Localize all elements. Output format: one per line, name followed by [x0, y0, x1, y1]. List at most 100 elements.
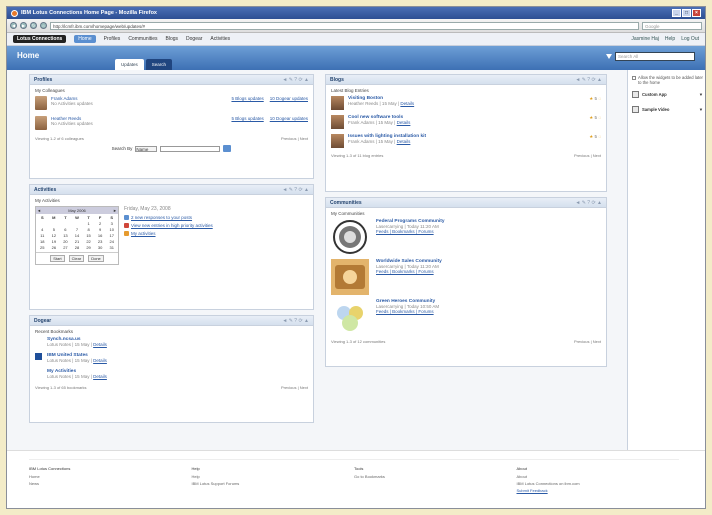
avatar[interactable] [35, 96, 47, 110]
nav-blogs[interactable]: Blogs [166, 36, 179, 42]
tab-search[interactable]: Search [145, 59, 173, 70]
blogs-updates-link[interactable]: 5 Blogs updates [231, 116, 263, 121]
url-bar[interactable]: http://lcmfr.ibm.com/homepage/web/update… [50, 21, 639, 30]
calendar-date[interactable]: 6 [60, 227, 71, 232]
logout-link[interactable]: Log Out [681, 36, 699, 42]
dogear-subheading[interactable]: Recent Bookmarks [35, 329, 308, 334]
footer-link[interactable]: Help [192, 474, 355, 479]
calendar-date[interactable]: 23 [95, 239, 106, 244]
footer-link[interactable]: Submit Feedback [517, 488, 680, 493]
calendar-date[interactable]: 30 [95, 245, 106, 250]
pager[interactable]: Previous | Next [574, 339, 601, 344]
widget-controls[interactable]: ◄ ✎ ? ⟳ ▲ [282, 318, 309, 324]
details-link[interactable]: Details [397, 139, 411, 144]
nav-communities[interactable]: Communities [128, 36, 157, 42]
details-link[interactable]: Details [93, 358, 107, 363]
calendar-date[interactable]: 16 [95, 233, 106, 238]
calendar-clear-button[interactable]: Clear [68, 255, 85, 262]
calendar-date[interactable]: 18 [37, 239, 48, 244]
maximize-button[interactable]: □ [682, 9, 691, 17]
calendar-grid[interactable]: S M T W T F S 1 2 3 4 5 6 7 8 9 10 11 12 13 14 15 16 17 18 19 20 21… [36, 214, 118, 252]
calendar-date[interactable]: 8 [83, 227, 94, 232]
profiles-subheading[interactable]: My Colleagues [35, 88, 308, 93]
community-links[interactable]: Feeds | Bookmarks | Forums [376, 309, 439, 314]
pager[interactable]: Previous | Next [574, 153, 601, 158]
nav-home[interactable]: Home [74, 35, 96, 43]
widget-controls[interactable]: ◄ ✎ ? ⟳ ▲ [282, 187, 309, 193]
activity-link[interactable]: My activities [131, 231, 156, 236]
details-link[interactable]: Details [93, 374, 107, 379]
calendar-date[interactable]: 15 [83, 233, 94, 238]
forward-icon[interactable]: ▶ [20, 22, 27, 29]
calendar-done-button[interactable]: Done [88, 255, 104, 262]
community-seal-image[interactable] [331, 219, 369, 255]
filter-icon[interactable] [606, 54, 612, 59]
community-sales-image[interactable] [331, 259, 369, 295]
calendar-date[interactable]: 9 [95, 227, 106, 232]
calendar-date[interactable]: 29 [83, 245, 94, 250]
reload-icon[interactable]: ↻ [30, 22, 37, 29]
calendar-date[interactable]: 17 [106, 233, 117, 238]
author-photo[interactable] [331, 96, 344, 110]
avatar[interactable] [35, 116, 47, 130]
nav-dogear[interactable]: Dogear [186, 36, 202, 42]
close-button[interactable]: × [692, 9, 701, 17]
author-photo[interactable] [331, 115, 344, 129]
pager[interactable]: Previous | Next [281, 385, 308, 390]
calendar-date[interactable]: 25 [37, 245, 48, 250]
calendar-date[interactable]: 20 [60, 239, 71, 244]
details-link[interactable]: Details [397, 120, 411, 125]
palette-item[interactable]: Sample Video ▼ [632, 106, 703, 113]
activity-link[interactable]: 2 new responses to your posts [131, 215, 192, 220]
search-button[interactable] [223, 145, 232, 152]
widget-controls[interactable]: ◄ ✎ ? ⟳ ▲ [282, 77, 309, 83]
dogear-updates-link[interactable]: 10 Dogear updates [270, 116, 308, 121]
details-link[interactable]: Details [400, 101, 414, 106]
calendar-date[interactable]: 2 [95, 221, 106, 226]
search-by-select[interactable]: Name [135, 145, 158, 152]
user-name[interactable]: Jasmine Haj [631, 36, 659, 42]
allow-widgets-checkbox[interactable] [632, 76, 636, 80]
calendar-date[interactable]: 3 [106, 221, 117, 226]
community-green-image[interactable] [331, 299, 369, 335]
minimize-button[interactable]: _ [672, 9, 681, 17]
widget-controls[interactable]: ◄ ✎ ? ⟳ ▲ [575, 77, 602, 83]
calendar-date[interactable]: 22 [83, 239, 94, 244]
calendar-date[interactable]: 13 [60, 233, 71, 238]
calendar-date[interactable]: 10 [106, 227, 117, 232]
tab-updates[interactable]: Updates [115, 59, 144, 70]
help-link[interactable]: Help [665, 36, 675, 42]
calendar-date[interactable]: 7 [72, 227, 83, 232]
profile-search-input[interactable] [160, 145, 221, 152]
calendar-date[interactable]: 21 [72, 239, 83, 244]
communities-subheading[interactable]: My Communities [331, 211, 601, 216]
palette-item[interactable]: Custom App ▼ [632, 91, 703, 98]
global-search-input[interactable]: Search All [615, 52, 695, 61]
rating-star-icon[interactable]: ★ 5 ◌ [589, 134, 601, 140]
back-icon[interactable]: ◀ [10, 22, 17, 29]
home-icon[interactable]: ⌂ [40, 22, 47, 29]
calendar-date[interactable]: 12 [49, 233, 60, 238]
community-links[interactable]: Feeds | Bookmarks | Forums [376, 229, 445, 234]
calendar-date[interactable]: 28 [72, 245, 83, 250]
nav-activities[interactable]: Activities [210, 36, 230, 42]
activity-link[interactable]: View new entries in high priority activi… [131, 223, 213, 228]
mini-calendar[interactable]: ◄ May 2006 ► S M T W T F S 1 2 3 4 5 6 7 8 9 10 11 12 13 14 15 1… [35, 206, 119, 265]
widget-controls[interactable]: ◄ ✎ ? ⟳ ▲ [575, 200, 602, 206]
activities-subheading[interactable]: My Activities [35, 198, 308, 203]
footer-link[interactable]: IBM Lotus Support Forums [192, 481, 355, 486]
calendar-date[interactable]: 31 [106, 245, 117, 250]
calendar-start-button[interactable]: Start [50, 255, 65, 262]
author-photo[interactable] [331, 134, 344, 148]
calendar-date[interactable]: 19 [49, 239, 60, 244]
calendar-date[interactable]: 5 [49, 227, 60, 232]
blogs-updates-link[interactable]: 5 Blogs updates [231, 96, 263, 101]
browser-search-input[interactable]: Google [642, 21, 702, 30]
footer-link[interactable]: Home [29, 474, 192, 479]
footer-link[interactable]: News [29, 481, 192, 486]
calendar-date[interactable]: 11 [37, 233, 48, 238]
footer-link[interactable]: IBM Lotus Connections on ibm.com [517, 481, 680, 486]
calendar-date[interactable]: 24 [106, 239, 117, 244]
calendar-date[interactable]: 1 [83, 221, 94, 226]
dogear-updates-link[interactable]: 10 Dogear updates [270, 96, 308, 101]
